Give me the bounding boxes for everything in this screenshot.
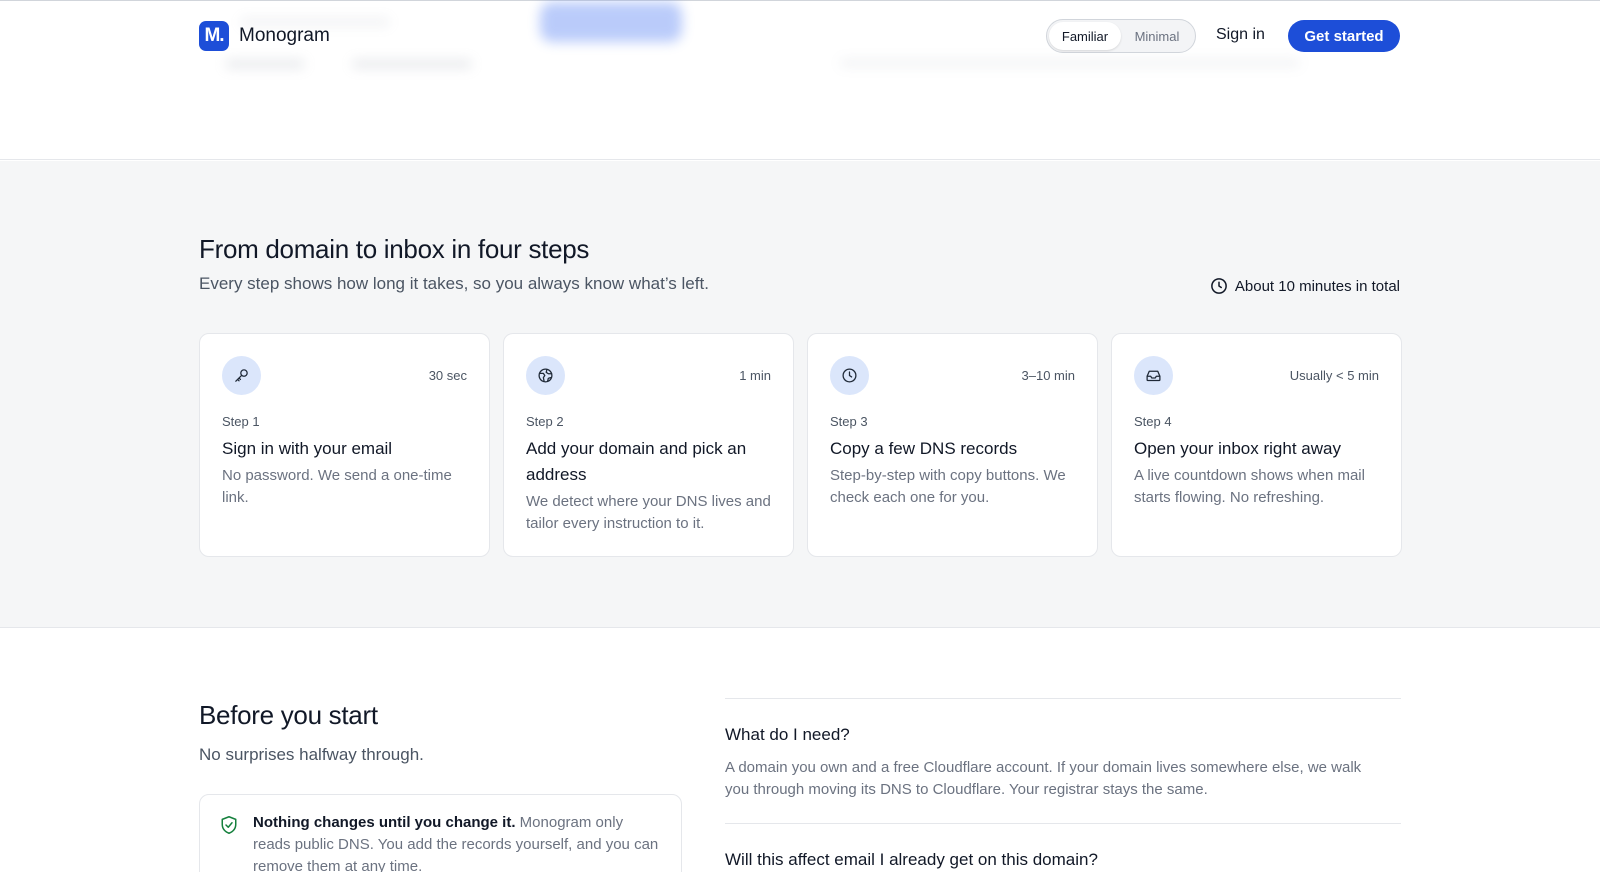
total-time: About 10 minutes in total xyxy=(1210,277,1400,295)
mode-toggle[interactable]: Familiar Minimal xyxy=(1046,19,1196,53)
note-text: Nothing changes until you change it. Mon… xyxy=(253,812,663,872)
note-strong: Nothing changes until you change it. xyxy=(253,814,516,831)
top-divider xyxy=(0,0,1600,1)
key-icon xyxy=(235,369,248,382)
globe-icon xyxy=(538,368,553,383)
faq-question[interactable]: Will this affect email I already get on … xyxy=(725,850,1401,870)
before-section-subtitle: No surprises halfway through. xyxy=(199,745,424,764)
total-time-label: About 10 minutes in total xyxy=(1234,277,1400,295)
step-card-2: 1 min Step 2 Add your domain and pick an… xyxy=(503,333,794,557)
step-duration: 3–10 min xyxy=(1021,368,1075,383)
step-description: No password. We send a one-time link. xyxy=(222,467,452,506)
step-description: Step-by-step with copy buttons. We check… xyxy=(830,467,1066,506)
sign-in-link[interactable]: Sign in xyxy=(1216,26,1265,44)
step-description: A live countdown shows when mail starts … xyxy=(1134,467,1365,506)
step-number: Step 1 xyxy=(222,414,260,429)
blurred-background-text xyxy=(225,60,305,68)
faq-item[interactable]: What do I need? A domain you own and a f… xyxy=(725,698,1401,823)
clock-icon xyxy=(842,368,857,383)
shield-check-icon xyxy=(221,816,237,834)
step-duration: Usually < 5 min xyxy=(1289,368,1379,383)
step-title: Sign in with your email xyxy=(222,439,393,458)
logo[interactable]: M. Monogram xyxy=(199,21,330,51)
step-card-4: Usually < 5 min Step 4 Open your inbox r… xyxy=(1111,333,1402,557)
logo-mark-icon: M. xyxy=(199,21,229,51)
step-title: Open your inbox right away xyxy=(1134,439,1341,458)
step-card-3: 3–10 min Step 3 Copy a few DNS records S… xyxy=(807,333,1098,557)
faq-item[interactable]: Will this affect email I already get on … xyxy=(725,823,1401,872)
logo-text: Monogram xyxy=(239,25,330,46)
step-icon-badge xyxy=(526,356,565,395)
blurred-background-text xyxy=(352,60,472,68)
step-icon-badge xyxy=(830,356,869,395)
get-started-button[interactable]: Get started xyxy=(1288,20,1400,52)
step-number: Step 3 xyxy=(830,414,868,429)
before-section-title: Before you start xyxy=(199,700,378,730)
blurred-background-button xyxy=(540,2,682,42)
faq-list: What do I need? A domain you own and a f… xyxy=(725,698,1401,872)
step-title: Add your domain and pick an address xyxy=(526,439,747,484)
step-card-1: 30 sec Step 1 Sign in with your email No… xyxy=(199,333,490,557)
step-icon-badge xyxy=(222,356,261,395)
step-title: Copy a few DNS records xyxy=(830,439,1018,458)
section-title: From domain to inbox in four steps xyxy=(199,234,590,264)
faq-question[interactable]: What do I need? xyxy=(725,725,1401,745)
reassurance-note: Nothing changes until you change it. Mon… xyxy=(199,794,682,872)
blurred-background-text xyxy=(840,60,1300,66)
site-header: M. Monogram Familiar Minimal Sign in Get… xyxy=(0,0,1600,160)
step-number: Step 2 xyxy=(526,414,564,429)
step-duration: 30 sec xyxy=(428,368,467,383)
section-subtitle: Every step shows how long it takes, so y… xyxy=(199,274,709,293)
mode-option-minimal[interactable]: Minimal xyxy=(1121,22,1193,50)
step-description: We detect where your DNS lives and tailo… xyxy=(526,493,771,532)
inbox-icon xyxy=(1146,370,1161,382)
clock-icon xyxy=(1211,278,1227,294)
step-duration: 1 min xyxy=(739,368,771,383)
mode-option-familiar[interactable]: Familiar xyxy=(1049,22,1121,50)
steps-section: From domain to inbox in four steps Every… xyxy=(0,161,1600,628)
step-icon-badge xyxy=(1134,356,1173,395)
step-number: Step 4 xyxy=(1134,414,1172,429)
faq-answer: A domain you own and a free Cloudflare a… xyxy=(725,759,1362,798)
